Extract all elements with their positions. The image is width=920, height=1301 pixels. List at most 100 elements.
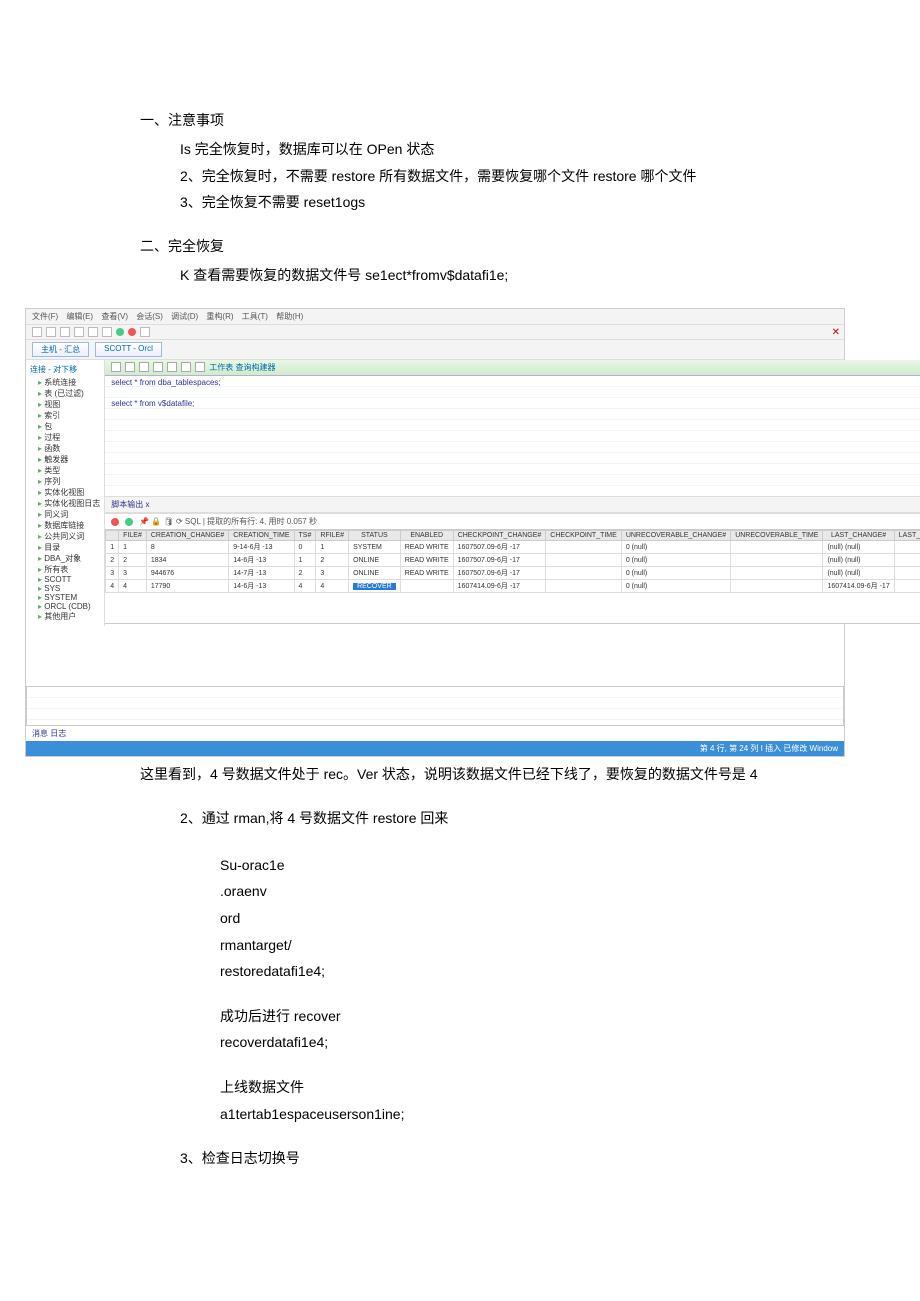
sql-editor[interactable]: select * from dba_tablespaces; select * …	[105, 376, 920, 496]
grid-cell[interactable]	[894, 554, 920, 567]
tab-scott[interactable]: SCOTT - Orcl	[95, 342, 162, 357]
table-row[interactable]: 22183414-6月 -1312ONLINEREAD WRITE1607507…	[106, 554, 920, 567]
tree-node[interactable]: SCOTT	[30, 575, 100, 584]
toolbar-icon[interactable]	[60, 327, 70, 337]
grid-cell[interactable]: 2	[294, 567, 316, 580]
tree-node[interactable]: 序列	[30, 476, 100, 487]
tree-node[interactable]: 函数	[30, 443, 100, 454]
tree-node[interactable]: 系统连接	[30, 377, 100, 388]
grid-header[interactable]: CHECKPOINT_TIME	[546, 531, 622, 541]
grid-cell[interactable]: 1	[119, 541, 147, 554]
grid-cell[interactable]	[731, 580, 823, 593]
tree-node[interactable]: 索引	[30, 410, 100, 421]
grid-cell[interactable]: READ WRITE	[400, 567, 453, 580]
grid-cell[interactable]: READ WRITE	[400, 541, 453, 554]
toolbar-icon[interactable]	[140, 327, 150, 337]
grid-header[interactable]: ENABLED	[400, 531, 453, 541]
app-toolbar[interactable]: ✕	[26, 325, 844, 340]
grid-cell[interactable]	[546, 554, 622, 567]
grid-cell[interactable]	[546, 580, 622, 593]
grid-cell[interactable]	[894, 541, 920, 554]
grid-cell[interactable]: 0 (null)	[621, 554, 730, 567]
grid-cell[interactable]: 3	[119, 567, 147, 580]
ws-icon[interactable]	[181, 362, 191, 372]
grid-cell[interactable]: READ WRITE	[400, 554, 453, 567]
grid-cell[interactable]: 1607507.09-6月 -17	[453, 567, 546, 580]
grid-cell[interactable]: 14-7月 -13	[229, 567, 294, 580]
toolbar-icon[interactable]	[32, 327, 42, 337]
tree-node[interactable]: SYSTEM	[30, 593, 100, 602]
grid-cell[interactable]	[546, 541, 622, 554]
grid-cell[interactable]: 0 (null)	[621, 580, 730, 593]
grid-cell[interactable]: 1607507.09-6月 -17	[453, 541, 546, 554]
grid-header[interactable]: RFILE#	[316, 531, 349, 541]
grid-cell[interactable]: 14-6月 -13	[229, 554, 294, 567]
grid-cell[interactable]	[731, 567, 823, 580]
grid-header[interactable]: TS#	[294, 531, 316, 541]
grid-cell[interactable]: 4	[119, 580, 147, 593]
grid-cell[interactable]: 4	[316, 580, 349, 593]
connections-tree[interactable]: 连接 - 对下移 系统连接表 (已过滤)视图索引包过程函数触发器类型序列实体化视…	[26, 360, 105, 626]
grid-cell[interactable]: SYSTEM	[349, 541, 401, 554]
tree-node[interactable]: 类型	[30, 465, 100, 476]
grid-cell[interactable]: 4	[294, 580, 316, 593]
output-tab-label[interactable]: 脚本输出 x	[105, 496, 920, 513]
tree-node[interactable]: 包	[30, 421, 100, 432]
grid-cell[interactable]	[894, 580, 920, 593]
grid-header[interactable]: CREATION_CHANGE#	[146, 531, 228, 541]
worksheet-toolbar[interactable]: 工作表 查询构建器	[105, 360, 920, 376]
tab-host[interactable]: 主机 - 汇总	[32, 342, 89, 357]
grid-cell[interactable]: 1	[294, 554, 316, 567]
grid-cell[interactable]: 17790	[146, 580, 228, 593]
grid-header[interactable]: CREATION_TIME	[229, 531, 294, 541]
tree-node[interactable]: 数据库链接	[30, 520, 100, 531]
close-icon[interactable]: ✕	[832, 327, 840, 338]
ws-icon[interactable]	[139, 362, 149, 372]
table-row[interactable]: 441779014-6月 -1344RECOVER1607414.09-6月 -…	[106, 580, 920, 593]
tree-node[interactable]: 目录	[30, 542, 100, 553]
grid-cell[interactable]: ONLINE	[349, 554, 401, 567]
tree-node[interactable]: ORCL (CDB)	[30, 602, 100, 611]
grid-header[interactable]: UNRECOVERABLE_TIME	[731, 531, 823, 541]
run-icon[interactable]	[116, 328, 124, 336]
ws-icon[interactable]	[195, 362, 205, 372]
grid-cell[interactable]: (null) (null)	[823, 567, 894, 580]
grid-header[interactable]: FILE#	[119, 531, 147, 541]
tree-node[interactable]: 表 (已过滤)	[30, 388, 100, 399]
tree-node[interactable]: 视图	[30, 399, 100, 410]
tree-node[interactable]: 同义词	[30, 509, 100, 520]
grid-cell[interactable]: (null) (null)	[823, 541, 894, 554]
app-menu-bar[interactable]: 文件(F) 编辑(E) 查看(V) 会话(S) 调试(D) 重构(R) 工具(T…	[26, 309, 844, 325]
tree-node[interactable]: 公共同义词	[30, 531, 100, 542]
grid-cell[interactable]: (null) (null)	[823, 554, 894, 567]
grid-cell[interactable]: 2	[316, 554, 349, 567]
grid-cell[interactable]: 0 (null)	[621, 567, 730, 580]
grid-cell[interactable]: 1607507.09-6月 -17	[453, 554, 546, 567]
grid-cell[interactable]: 4	[106, 580, 119, 593]
footer-tabs[interactable]: 消息 日志	[26, 726, 844, 741]
grid-cell[interactable]: 3	[106, 567, 119, 580]
grid-cell[interactable]: 944676	[146, 567, 228, 580]
table-row[interactable]: 3394467614-7月 -1323ONLINEREAD WRITE16075…	[106, 567, 920, 580]
grid-header[interactable]: STATUS	[349, 531, 401, 541]
output-toolbar[interactable]: 📌 🔒 🛢 ⟳ SQL | 提取的所有行: 4, 用时 0.057 秒	[105, 513, 920, 529]
tree-node[interactable]: 其他用户	[30, 611, 100, 622]
grid-cell[interactable]: 1834	[146, 554, 228, 567]
grid-header[interactable]	[106, 531, 119, 541]
toolbar-icon[interactable]	[46, 327, 56, 337]
grid-cell[interactable]: 9-14-6月 -13	[229, 541, 294, 554]
grid-cell[interactable]	[546, 567, 622, 580]
grid-cell[interactable]: 14-6月 -13	[229, 580, 294, 593]
tree-node[interactable]: 过程	[30, 432, 100, 443]
grid-cell[interactable]: ONLINE	[349, 567, 401, 580]
grid-cell[interactable]: 2	[106, 554, 119, 567]
grid-cell[interactable]	[731, 541, 823, 554]
ws-icon[interactable]	[167, 362, 177, 372]
tree-node[interactable]: SYS	[30, 584, 100, 593]
grid-cell[interactable]	[400, 580, 453, 593]
toolbar-icon[interactable]	[88, 327, 98, 337]
ws-icon[interactable]	[125, 362, 135, 372]
grid-header[interactable]: UNRECOVERABLE_CHANGE#	[621, 531, 730, 541]
tree-node[interactable]: 所有表	[30, 564, 100, 575]
stop-icon[interactable]	[128, 328, 136, 336]
